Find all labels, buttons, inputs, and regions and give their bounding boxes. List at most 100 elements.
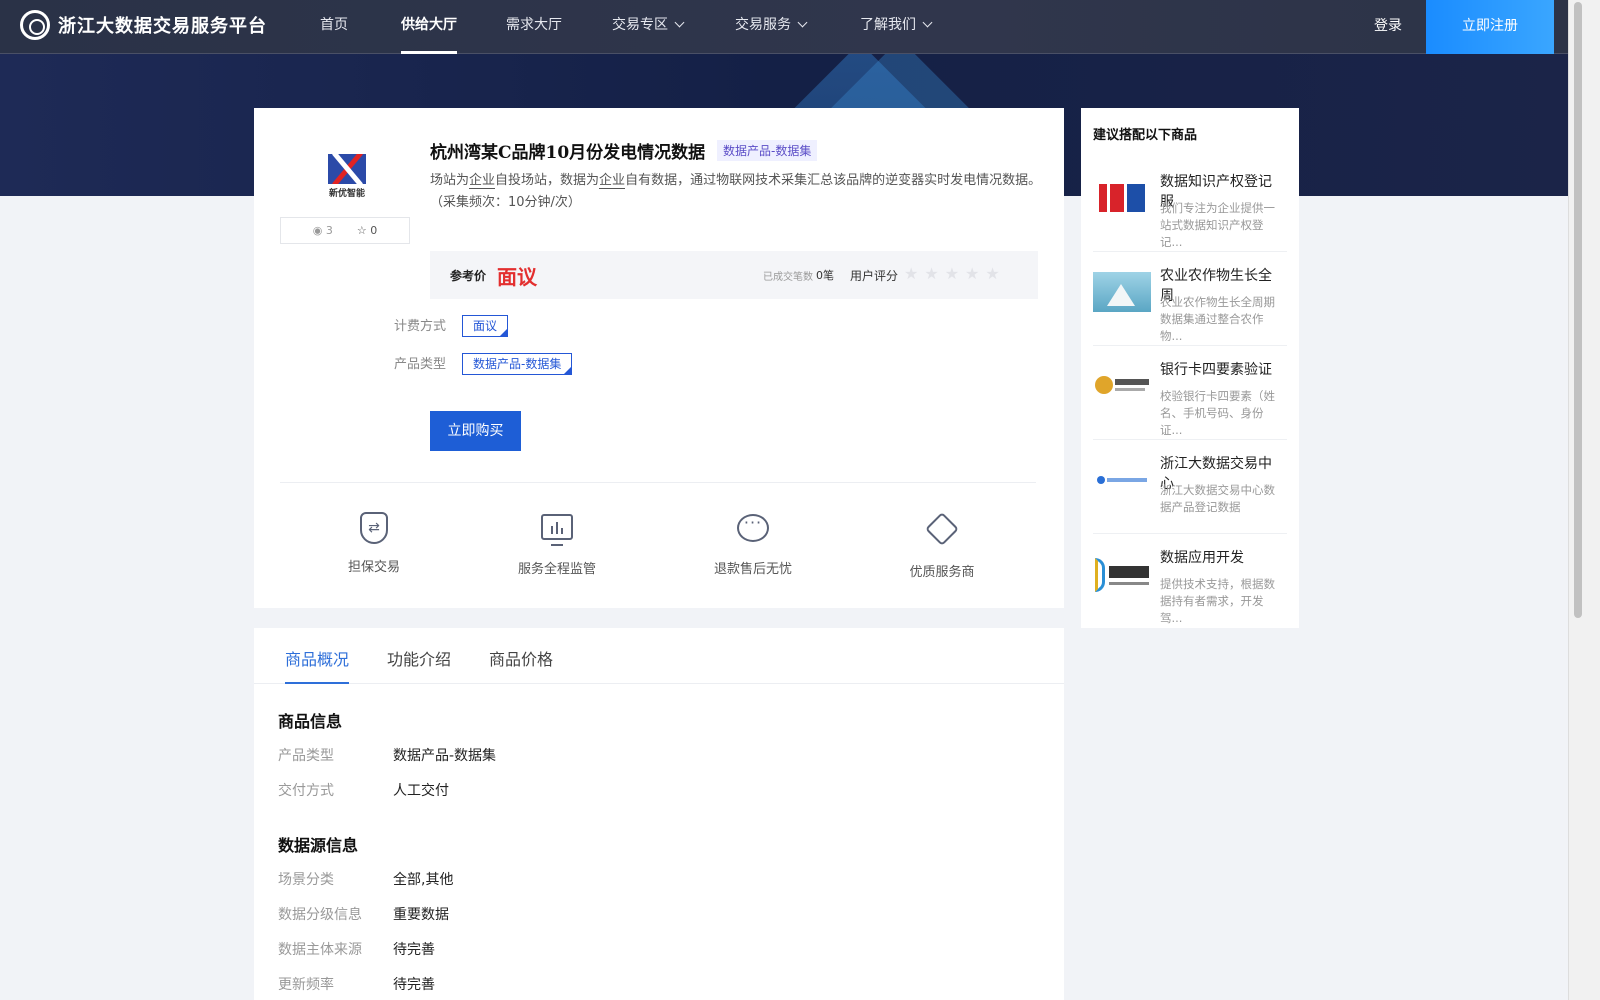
buy-now-button[interactable]: 立即购买 (430, 411, 521, 451)
recommendation-name: 数据知识产权登记服 (1160, 174, 1272, 210)
feature-guaranteed-trade: ⇄ 担保交易 (338, 512, 410, 575)
scrollbar-thumb[interactable] (1574, 2, 1582, 618)
product-stats: ◉ 3 ☆ 0 (280, 217, 410, 244)
product-tabs: 商品概况 功能介绍 商品价格 (254, 628, 1064, 684)
recommendation-item[interactable]: 浙江大数据交易中心 浙江大数据交易中心数据产品登记数据 (1093, 440, 1287, 534)
view-count: ◉ 3 (313, 224, 333, 237)
nav-item-about-us[interactable]: 了解我们 (860, 0, 933, 54)
price-bar: 参考价 面议 已成交笔数 0笔 用户评分 ★★★★★ (430, 251, 1038, 299)
recommendation-desc: 提供技术支持，根据数据持有者需求，开发驾... (1160, 577, 1275, 625)
price-label: 参考价 (450, 269, 487, 283)
info-value: 待完善 (393, 942, 435, 958)
top-navigation: 浙江大数据交易服务平台 首页 供给大厅 需求大厅 交易专区 交易服务 了解我们 … (0, 0, 1568, 54)
favorite-count[interactable]: ☆ 0 (357, 224, 377, 237)
nav-item-trade-zone[interactable]: 交易专区 (612, 0, 685, 54)
info-value: 重要数据 (393, 907, 449, 923)
login-link[interactable]: 登录 (1374, 0, 1402, 52)
nav-item-supply-hall[interactable]: 供给大厅 (401, 0, 457, 54)
recommendation-name: 浙江大数据交易中心 (1160, 456, 1272, 492)
info-key: 交付方式 (278, 783, 334, 799)
recommendation-item[interactable]: 数据应用开发 提供技术支持，根据数据持有者需求，开发驾... (1093, 534, 1287, 628)
nav-item-label: 了解我们 (860, 17, 916, 33)
nav-item-label: 需求大厅 (506, 17, 562, 33)
provider-logo-caption: 新优智能 (328, 189, 365, 199)
billing-method-option[interactable]: 面议 (462, 315, 509, 337)
star-icon: ★ (924, 264, 945, 283)
page-scrollbar[interactable] (1568, 0, 1600, 1000)
brand-name: 浙江大数据交易服务平台 (58, 16, 267, 37)
info-key: 数据分级信息 (278, 907, 362, 923)
tab-pricing[interactable]: 商品价格 (489, 646, 553, 682)
provider-logo-mark (328, 154, 366, 184)
product-provider-logo[interactable]: 新优智能 (326, 154, 368, 202)
info-value: 人工交付 (393, 783, 449, 799)
desc-text-underlined: 企业 (599, 173, 626, 189)
platform-logo-icon (20, 10, 50, 40)
digital-dongyang-logo-thumbnail (1093, 554, 1151, 594)
tab-features[interactable]: 功能介绍 (387, 646, 451, 682)
section-title-product-info: 商品信息 (278, 712, 343, 731)
product-type-label: 产品类型 (394, 357, 447, 372)
nav-item-home[interactable]: 首页 (320, 0, 348, 54)
exchange-center-logo-thumbnail (1093, 460, 1151, 500)
nav-item-label: 交易服务 (735, 17, 791, 33)
nav-item-label: 交易专区 (612, 17, 668, 33)
monitor-chart-icon (540, 514, 574, 548)
price-value: 面议 (497, 265, 537, 289)
star-icon: ★ (904, 264, 925, 283)
desc-text-underlined: 企业 (469, 173, 496, 189)
deals-label: 已成交笔数 (763, 272, 813, 283)
info-value: 全部,其他 (393, 872, 454, 888)
tab-overview[interactable]: 商品概况 (285, 646, 350, 684)
product-info-card: 商品概况 功能介绍 商品价格 商品信息 产品类型 数据产品-数据集 交付方式 人… (254, 628, 1064, 1000)
star-outline-icon: ☆ (356, 224, 367, 237)
brand[interactable]: 浙江大数据交易服务平台 (20, 10, 267, 40)
desc-text: 自投场站，数据为 (495, 173, 600, 188)
recommendation-item[interactable]: 银行卡四要素验证 校验银行卡四要素（姓名、手机号码、身份证... (1093, 346, 1287, 440)
recommendation-desc: 校验银行卡四要素（姓名、手机号码、身份证... (1160, 389, 1275, 437)
recommendation-desc: 浙江大数据交易中心数据产品登记数据 (1160, 483, 1275, 514)
product-description: 场站为企业自投场站，数据为企业自有数据，通过物联网技术采集汇总该品牌的逆变器实时… (430, 170, 1044, 214)
feature-service-supervision: 服务全程监管 (512, 512, 602, 577)
star-icon: ★ (944, 264, 966, 283)
nav-item-demand-hall[interactable]: 需求大厅 (506, 0, 562, 54)
rating-label: 用户评分 (850, 269, 899, 283)
feature-label: 退款售后无忧 (713, 562, 792, 577)
chevron-down-icon (922, 17, 933, 28)
info-key: 场景分类 (278, 872, 334, 888)
recommendation-name: 银行卡四要素验证 (1160, 362, 1272, 378)
chat-bubble-icon: ··· (736, 514, 770, 548)
eye-icon: ◉ (312, 224, 323, 237)
product-category-tag: 数据产品-数据集 (717, 140, 818, 161)
feature-label: 担保交易 (347, 560, 400, 575)
nav-item-trade-services[interactable]: 交易服务 (735, 0, 808, 54)
info-key: 数据主体来源 (278, 942, 362, 958)
feature-refund-aftersales: ··· 退款售后无忧 (710, 512, 796, 577)
nav-item-label: 首页 (320, 17, 348, 33)
feature-label: 优质服务商 (909, 565, 975, 580)
info-key: 产品类型 (278, 748, 334, 764)
star-icon: ★ (965, 264, 986, 283)
recommendation-item[interactable]: 数据知识产权登记服 我们专注为企业提供一站式数据知识产权登记... (1093, 158, 1287, 252)
rating-stars[interactable]: ★★★★★ (904, 264, 1006, 283)
diamond-icon (925, 512, 959, 551)
info-value: 数据产品-数据集 (393, 748, 497, 764)
nav-item-label: 供给大厅 (401, 17, 457, 33)
info-key: 更新频率 (278, 977, 334, 993)
recommendation-panel: 建议搭配以下商品 数据知识产权登记服 我们专注为企业提供一站式数据知识产权登记.… (1081, 108, 1299, 628)
feature-quality-provider: 优质服务商 (906, 512, 978, 580)
view-count-value: 3 (325, 224, 333, 237)
product-type-option[interactable]: 数据产品-数据集 (462, 353, 573, 375)
section-title-data-source: 数据源信息 (278, 836, 359, 855)
favorite-count-value: 0 (370, 224, 378, 237)
deals-value: 0笔 (816, 269, 834, 282)
feature-label: 服务全程监管 (517, 562, 596, 577)
star-icon: ★ (985, 264, 1006, 283)
divider (280, 482, 1036, 483)
desc-text: 场站为 (430, 173, 470, 188)
recommendation-name: 数据应用开发 (1160, 550, 1244, 566)
register-button[interactable]: 立即注册 (1426, 0, 1554, 54)
billing-method-label: 计费方式 (394, 319, 447, 334)
agriculture-thumbnail (1093, 272, 1151, 312)
recommendation-item[interactable]: 农业农作物生长全周 农业农作物生长全周期数据集通过整合农作物... (1093, 252, 1287, 346)
